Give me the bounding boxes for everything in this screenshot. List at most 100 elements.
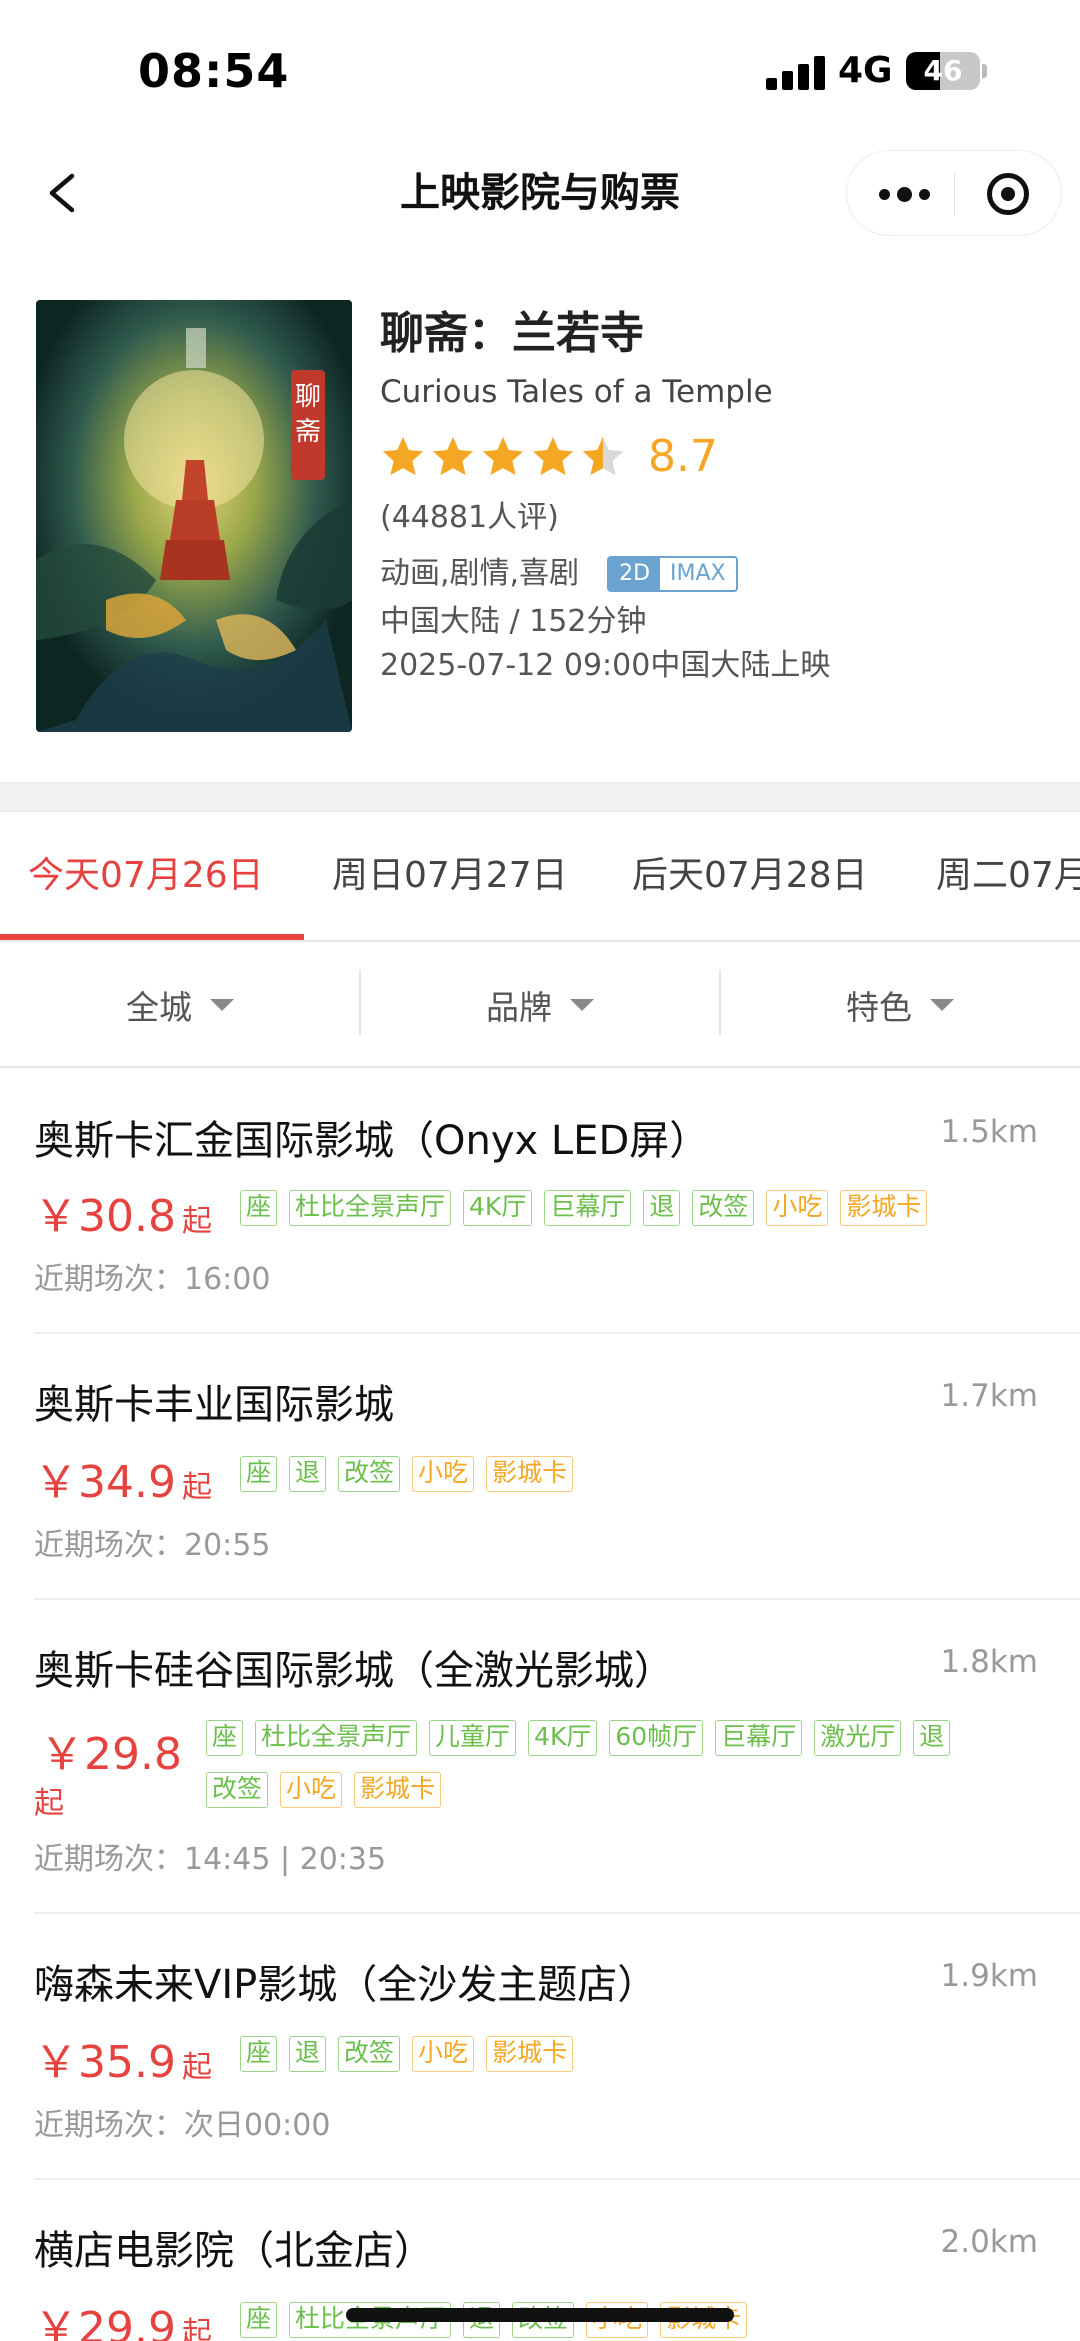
tag: 改签 (338, 1456, 401, 1492)
tag: 巨幕厅 (715, 1720, 803, 1756)
cinema-distance: 1.8km (940, 1644, 1038, 1680)
date-tab-today[interactable]: 今天07月26日 (28, 812, 264, 940)
tag: 影城卡 (486, 2036, 574, 2072)
vote-count: (44881人评) (380, 500, 559, 535)
tag: 杜比全景声厅 (289, 1190, 452, 1226)
date-tab-tuesday[interactable]: 周二07月29日 (936, 812, 1080, 940)
tag: 退 (289, 1456, 327, 1492)
back-button[interactable] (30, 158, 100, 228)
signal-icon (766, 56, 826, 90)
rating-row: 8.7 (380, 428, 1060, 484)
cinema-tags: 座 杜比全景声厅 儿童厅 4K厅 60帧厅 巨幕厅 激光厅 退 改签 小吃 影城… (206, 1720, 1026, 1824)
star-icon (432, 436, 474, 476)
cinema-name: 奥斯卡硅谷国际影城（全激光影城） (34, 1648, 674, 1694)
cinema-item[interactable]: 奥斯卡汇金国际影城（Onyx LED屏） 1.5km ￥30.8 起 座 杜比全… (0, 1068, 1080, 1334)
filter-feature[interactable]: 特色 (720, 942, 1080, 1068)
cinema-item[interactable]: 奥斯卡丰业国际影城 1.7km ￥34.9 起 座 退 改签 小吃 影城卡 近期… (0, 1334, 1080, 1600)
cinema-showtimes: 近期场次：20:55 (34, 1528, 271, 1563)
cinema-showtimes: 近期场次：16:00 (34, 1262, 271, 1297)
price-suffix: 起 (181, 2316, 212, 2341)
dropdown-caret-icon (570, 999, 594, 1011)
filter-city[interactable]: 全城 (0, 942, 360, 1068)
status-time: 08:54 (138, 44, 290, 98)
star-icon (482, 436, 524, 476)
price-suffix: 起 (181, 2050, 212, 2085)
more-button[interactable] (861, 151, 947, 237)
movie-poster[interactable]: 聊 斋 (36, 300, 352, 732)
svg-text:斋: 斋 (295, 417, 321, 447)
price-suffix: 起 (181, 1470, 212, 1505)
cinema-price: ￥34.9 起 (34, 1446, 212, 1510)
filter-brand[interactable]: 品牌 (360, 942, 720, 1068)
price-suffix: 起 (181, 1204, 212, 1239)
tag: 座 (240, 2302, 278, 2338)
cinema-price: ￥29.8 起 (34, 1718, 182, 1822)
tag: 儿童厅 (429, 1720, 517, 1756)
tag: 退 (643, 1190, 681, 1226)
battery-level: 46 (923, 54, 963, 87)
home-indicator[interactable] (346, 2308, 734, 2322)
tag: 退 (289, 2036, 327, 2072)
dropdown-caret-icon (930, 999, 954, 1011)
region-duration: 中国大陆 / 152分钟 (380, 604, 647, 639)
price-suffix: 起 (34, 1786, 64, 1821)
date-tab-sunday[interactable]: 周日07月27日 (332, 812, 568, 940)
movie-details: 聊斋：兰若寺 Curious Tales of a Temple 8.7 (44… (380, 306, 1060, 688)
tag: 60帧厅 (609, 1720, 704, 1756)
dropdown-caret-icon (210, 999, 234, 1011)
price-value: ￥35.9 (34, 2037, 176, 2088)
tag: 改签 (338, 2036, 401, 2072)
star-icon (532, 436, 574, 476)
cinema-name: 奥斯卡汇金国际影城（Onyx LED屏） (34, 1118, 710, 1164)
capsule-divider (954, 173, 955, 215)
movie-genres: 动画,剧情,喜剧 (380, 556, 580, 591)
tag: 改签 (206, 1772, 269, 1808)
tag: 改签 (692, 1190, 755, 1226)
battery-icon: 46 (906, 52, 980, 90)
movie-english-title: Curious Tales of a Temple (380, 374, 773, 410)
tag: 影城卡 (840, 1190, 928, 1226)
mini-program-capsule (846, 150, 1062, 236)
release-date: 2025-07-12 09:00中国大陆上映 (380, 648, 831, 683)
format-2d: 2D (609, 558, 661, 590)
format-badge: 2D IMAX (607, 556, 738, 592)
movie-info[interactable]: 聊 斋 聊斋：兰若寺 Curious Tales of a Temple 8.7… (0, 280, 1080, 780)
nav-bar: 上映影院与购票 (0, 140, 1080, 246)
cinema-name: 横店电影院（北金店） (34, 2228, 434, 2274)
svg-text:聊: 聊 (295, 382, 321, 412)
price-value: ￥29.9 (34, 2303, 176, 2341)
section-divider (0, 782, 1080, 812)
tag: 激光厅 (814, 1720, 902, 1756)
price-value: ￥34.9 (34, 1457, 176, 1508)
movie-title: 聊斋：兰若寺 (380, 308, 644, 359)
star-icon (382, 436, 424, 476)
half-star-icon (582, 436, 624, 476)
cinema-distance: 1.5km (940, 1114, 1038, 1150)
price-value: ￥29.8 (40, 1729, 182, 1780)
date-tabs: 今天07月26日 周日07月27日 后天07月28日 周二07月29日 (0, 812, 1080, 942)
back-arrow-icon (49, 173, 75, 213)
battery-cap (982, 64, 987, 78)
cinema-distance: 1.9km (940, 1958, 1038, 1994)
date-tab-day-after[interactable]: 后天07月28日 (632, 812, 868, 940)
cinema-showtimes: 近期场次：次日00:00 (34, 2108, 331, 2143)
tag: 杜比全景声厅 (255, 1720, 418, 1756)
cinema-price: ￥30.8 起 (34, 1180, 212, 1244)
close-target-icon (987, 173, 1029, 215)
cinema-tags: 座 杜比全景声厅 4K厅 巨幕厅 退 改签 小吃 影城卡 (240, 1190, 1040, 1242)
close-mini-program-button[interactable] (965, 151, 1051, 237)
cinema-tags: 座 退 改签 小吃 影城卡 (240, 1456, 1040, 1508)
genre-row: 动画,剧情,喜剧 2D IMAX (380, 554, 1060, 594)
cinema-item[interactable]: 嗨森未来VIP影城（全沙发主题店） 1.9km ￥35.9 起 座 退 改签 小… (0, 1914, 1080, 2180)
tag: 4K厅 (528, 1720, 598, 1756)
filter-feature-label: 特色 (846, 988, 912, 1027)
cinema-price: ￥35.9 起 (34, 2026, 212, 2090)
network-label: 4G (838, 50, 893, 91)
price-value: ￥30.8 (34, 1191, 176, 1242)
cinema-item[interactable]: 奥斯卡硅谷国际影城（全激光影城） 1.8km ￥29.8 起 座 杜比全景声厅 … (0, 1600, 1080, 1914)
more-dots-icon (878, 188, 890, 200)
cinema-name: 奥斯卡丰业国际影城 (34, 1382, 394, 1428)
tag: 座 (240, 1456, 278, 1492)
tag: 小吃 (412, 2036, 475, 2072)
tag: 小吃 (766, 1190, 829, 1226)
